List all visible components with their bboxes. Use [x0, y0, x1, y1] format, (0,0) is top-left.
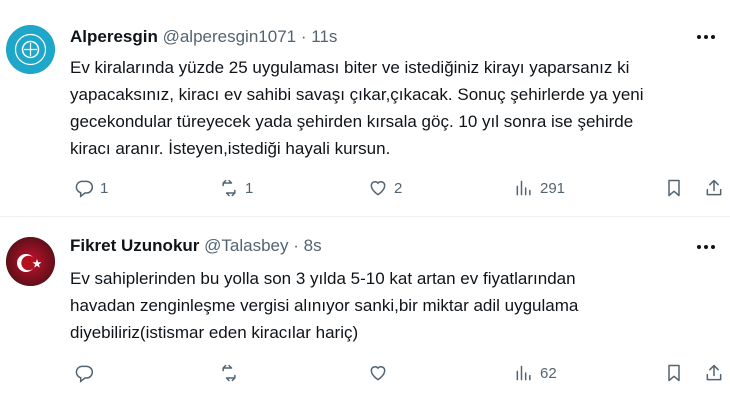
views-button[interactable]: 62 [514, 361, 557, 385]
bar-chart-icon [516, 180, 531, 196]
reply-button[interactable]: 1 [74, 176, 108, 200]
share-button[interactable] [704, 176, 724, 200]
tweet-text: Ev sahiplerinden bu yolla son 3 yılda 5-… [70, 265, 720, 346]
turkic-council-logo-icon [6, 25, 55, 74]
display-name[interactable]: Fikret Uzunokur [70, 236, 199, 255]
separator: · [300, 27, 307, 46]
tweet-text-line: gecekondular türeyecek yada şehirden kır… [70, 112, 634, 131]
avatar[interactable] [6, 25, 55, 74]
bookmark-button[interactable] [664, 176, 684, 200]
tweet-header: Fikret Uzunokur @Talasbey · 8s [70, 236, 322, 256]
retweet-icon [222, 364, 236, 382]
tweet[interactable]: Fikret Uzunokur @Talasbey · 8s Ev sahipl… [0, 217, 730, 420]
bookmark-icon [668, 179, 680, 197]
like-button[interactable]: 2 [368, 176, 402, 200]
reply-button[interactable] [74, 361, 100, 385]
timestamp[interactable]: 8s [304, 236, 322, 255]
like-button[interactable] [368, 361, 394, 385]
timestamp[interactable]: 11s [311, 27, 337, 46]
retweet-count: 1 [245, 179, 254, 197]
tweet-text-line: kiracı aranır. İsteyen,istediği hayali k… [70, 139, 391, 158]
view-count: 291 [540, 179, 566, 197]
retweet-button[interactable]: 1 [219, 176, 253, 200]
action-bar: 1 1 2 291 [0, 176, 730, 200]
share-icon [706, 364, 722, 381]
retweet-icon [222, 179, 236, 197]
bar-chart-icon [516, 365, 531, 381]
avatar[interactable] [6, 237, 55, 286]
tweet-text-line: havadan zenginleşme vergisi alınıyor san… [70, 296, 579, 315]
bookmark-button[interactable] [664, 361, 684, 385]
bookmark-icon [668, 364, 680, 382]
separator: · [293, 236, 299, 255]
heart-icon [370, 181, 386, 196]
tweet-text-line: Ev sahiplerinden bu yolla son 3 yılda 5-… [70, 269, 576, 288]
like-count: 2 [394, 179, 403, 197]
tweet[interactable]: Alperesgin @alperesgin1071 · 11s Ev kira… [0, 0, 730, 216]
display-name[interactable]: Alperesgin [70, 27, 158, 46]
views-button[interactable]: 291 [514, 176, 565, 200]
reply-count: 1 [100, 179, 109, 197]
tweet-text-line: Ev kiralarında yüzde 25 uygulaması biter… [70, 58, 630, 77]
reply-icon [75, 180, 94, 198]
tweet-text-line: yapacaksınız, kiracı ev sahibi savaşı çı… [70, 85, 644, 104]
reply-icon [75, 365, 94, 383]
tweet-text: Ev kiralarında yüzde 25 uygulaması biter… [70, 54, 720, 162]
tweet-header: Alperesgin @alperesgin1071 · 11s [70, 27, 337, 47]
heart-icon [370, 366, 386, 381]
share-button[interactable] [704, 361, 724, 385]
user-handle[interactable]: @Talasbey [204, 236, 288, 255]
tweet-text-line: diyebiliriz(istismar eden kiracılar hari… [70, 323, 359, 342]
share-icon [706, 179, 722, 196]
action-bar: 62 [0, 361, 730, 385]
retweet-button[interactable] [219, 361, 245, 385]
more-options-icon[interactable] [694, 27, 718, 47]
user-handle[interactable]: @alperesgin1071 [163, 27, 297, 46]
view-count: 62 [540, 364, 557, 382]
more-options-icon[interactable] [694, 237, 718, 257]
turkish-flag-icon [6, 237, 55, 286]
